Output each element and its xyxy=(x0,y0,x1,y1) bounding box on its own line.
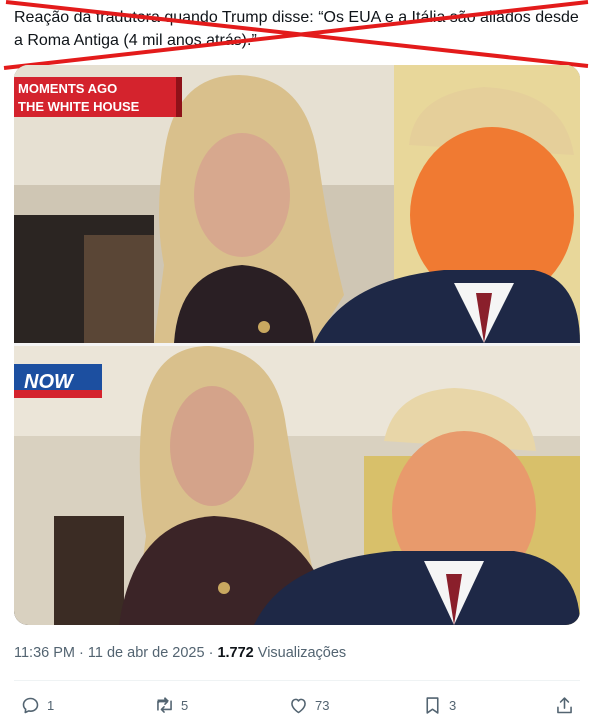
meta-separator: · xyxy=(208,645,214,661)
tweet-text: Reação da tradutora quando Trump disse: … xyxy=(14,9,579,49)
like-icon xyxy=(291,698,306,713)
retweet-count: 5 xyxy=(181,697,189,713)
frame-top-illustration: MOMENTS AGO THE WHITE HOUSE xyxy=(14,65,580,343)
reply-button[interactable]: 1 xyxy=(20,692,54,718)
action-bar: 1 5 73 3 xyxy=(14,692,580,718)
tweet-time[interactable]: 11:36 PM xyxy=(14,645,75,661)
views-count: 1.772 xyxy=(217,645,254,661)
bottom-logo: NOW xyxy=(24,371,75,393)
bookmark-button[interactable]: 3 xyxy=(422,692,456,718)
like-button[interactable]: 73 xyxy=(288,692,329,718)
reply-icon xyxy=(22,697,39,713)
tweet-date[interactable]: 11 de abr de 2025 xyxy=(88,645,205,661)
tweet-media[interactable]: MOMENTS AGO THE WHITE HOUSE NOW xyxy=(14,65,580,625)
top-banner-line2: THE WHITE HOUSE xyxy=(18,99,140,114)
bookmark-icon xyxy=(426,696,439,714)
retweet-button[interactable]: 5 xyxy=(154,692,188,718)
retweet-icon xyxy=(157,696,172,713)
like-count: 73 xyxy=(315,697,330,713)
reply-count: 1 xyxy=(47,697,55,713)
meta-separator: · xyxy=(79,645,84,661)
share-icon xyxy=(557,696,572,713)
meta-divider xyxy=(14,680,580,681)
video-frame-top: MOMENTS AGO THE WHITE HOUSE xyxy=(14,65,580,343)
tweet-meta: 11:36 PM · 11 de abr de 2025 · 1.772 Vis… xyxy=(14,645,346,661)
top-banner-line1: MOMENTS AGO xyxy=(18,81,117,96)
video-frame-bottom: NOW xyxy=(14,346,580,625)
views-label: Visualizações xyxy=(257,645,347,661)
share-button[interactable] xyxy=(554,692,575,718)
frame-bottom-illustration: NOW xyxy=(14,346,580,625)
bookmark-count: 3 xyxy=(449,697,457,713)
